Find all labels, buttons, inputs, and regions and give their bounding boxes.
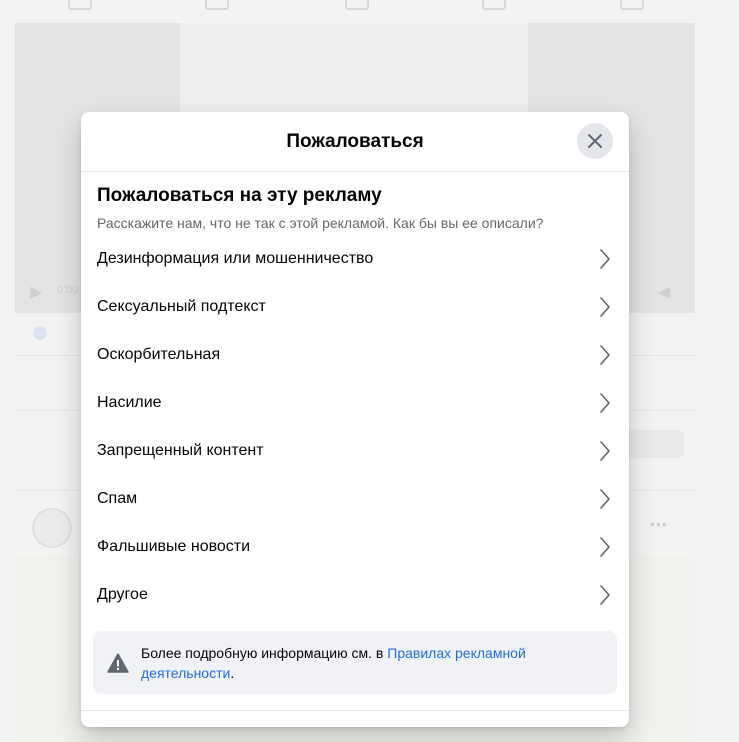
option-misinformation[interactable]: Дезинформация или мошенничество	[81, 235, 629, 283]
groups-icon	[482, 0, 506, 10]
avatar	[32, 508, 72, 548]
chevron-right-icon	[597, 248, 613, 270]
chevron-right-icon	[597, 584, 613, 606]
info-notice: Более подробную информацию см. в Правила…	[93, 631, 617, 694]
report-options-list: Дезинформация или мошенничество Сексуаль…	[81, 235, 629, 619]
option-offensive[interactable]: Оскорбительная	[81, 331, 629, 379]
option-label: Запрещенный контент	[97, 442, 264, 459]
info-prefix: Более подробную информацию см. в	[141, 644, 388, 661]
option-label: Дезинформация или мошенничество	[97, 250, 374, 267]
option-fake-news[interactable]: Фальшивые новости	[81, 523, 629, 571]
option-prohibited-content[interactable]: Запрещенный контент	[81, 427, 629, 475]
video-time: 0:00	[57, 284, 79, 296]
info-suffix: .	[230, 664, 235, 681]
section-heading: Пожаловаться на эту рекламу	[97, 185, 382, 206]
background-button	[620, 430, 684, 458]
chevron-right-icon	[597, 344, 613, 366]
option-label: Насилие	[97, 394, 162, 411]
chevron-right-icon	[597, 536, 613, 558]
dialog-title: Пожаловаться	[286, 130, 424, 152]
chevron-right-icon	[597, 296, 613, 318]
chevron-right-icon	[597, 392, 613, 414]
option-label: Фальшивые новости	[97, 538, 251, 555]
volume-icon: ◀	[658, 284, 671, 301]
close-button[interactable]	[577, 123, 613, 159]
option-spam[interactable]: Спам	[81, 475, 629, 523]
marketplace-icon	[345, 0, 369, 10]
option-label: Спам	[97, 490, 138, 507]
option-other[interactable]: Другое	[81, 571, 629, 619]
chevron-right-icon	[597, 440, 613, 462]
more-icon: •••	[650, 516, 668, 532]
play-icon: ▶	[30, 284, 43, 301]
option-label: Оскорбительная	[97, 346, 221, 363]
report-ad-dialog: Пожаловаться Пожаловаться на эту рекламу…	[81, 112, 629, 727]
close-icon	[588, 134, 602, 148]
dialog-header: Пожаловаться	[81, 112, 629, 172]
option-sexual[interactable]: Сексуальный подтекст	[81, 283, 629, 331]
top-nav-icons	[0, 0, 739, 10]
info-text: Более подробную информацию см. в Правила…	[141, 643, 581, 683]
option-label: Другое	[97, 586, 148, 603]
option-label: Сексуальный подтекст	[97, 298, 266, 315]
gaming-icon	[620, 0, 644, 10]
option-violence[interactable]: Насилие	[81, 379, 629, 427]
warning-icon	[107, 652, 129, 673]
home-icon	[68, 0, 92, 10]
like-icon	[33, 326, 47, 340]
chevron-right-icon	[597, 488, 613, 510]
video-icon	[205, 0, 229, 10]
footer-divider	[81, 710, 629, 711]
section-subheading: Расскажите нам, что не так с этой реклам…	[97, 215, 544, 231]
